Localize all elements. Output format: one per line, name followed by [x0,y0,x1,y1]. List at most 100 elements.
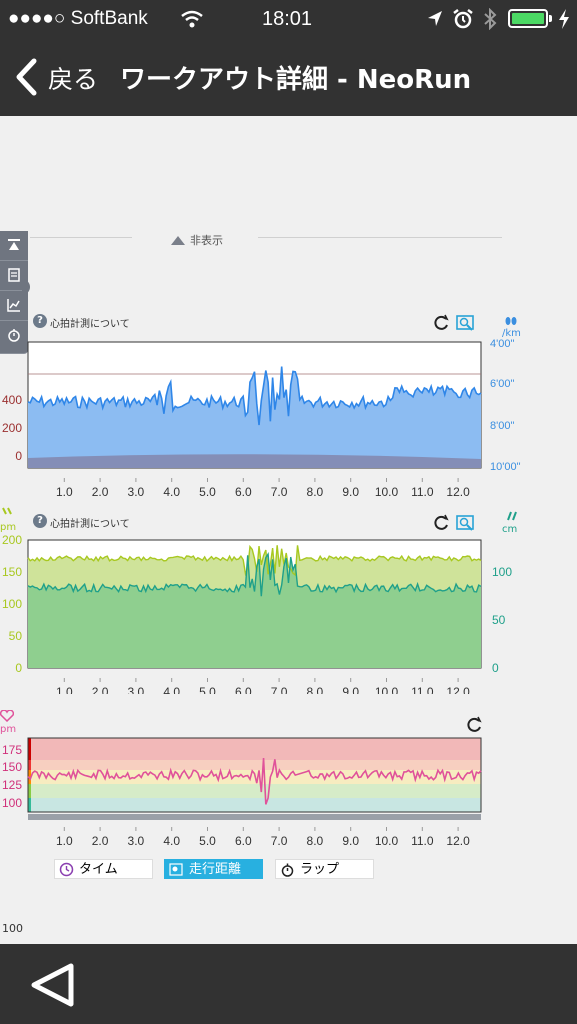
right-tick-label: 4'00" [490,338,514,350]
x-tick-label: 4.0 [163,685,180,694]
tab-lap-label: ラップ [300,862,340,877]
clock-icon [59,862,74,877]
workout-detail-content: 非表示 ? 心拍計測について /km 400 200 0 4'00" 6'00" 8'00… [0,116,577,944]
x-tick-label: 7.0 [271,834,288,846]
x-tick-label: 3.0 [128,685,145,694]
side-tab-graph[interactable] [0,291,28,321]
zoom-icon[interactable] [456,314,476,332]
tab-time[interactable]: タイム [54,859,153,879]
to-top-icon [8,239,20,250]
left-tick-label: 50 [9,629,23,643]
right-tick-label: 0 [492,661,499,675]
x-tick-label: 8.0 [307,685,324,694]
notes-icon [8,268,20,282]
left-tick-label: 100 [2,796,22,810]
heart-rate-chart[interactable]: 175 150 125 100 1.0 2.0 3.0 4.0 5.0 6.0 7.0 8.0 9.0 1… [0,736,577,846]
left-tick-label: 125 [2,778,22,792]
bluetooth-icon [484,8,497,30]
x-tick-label: 6.0 [235,834,252,846]
x-tick-label: 1.0 [56,834,73,846]
x-tick-label: 2.0 [92,685,109,694]
left-tick-label: 200 [2,421,22,435]
back-triangle-icon[interactable] [28,962,78,1008]
cadence-icon [2,507,12,515]
x-tick-label: 11.0 [411,485,434,496]
right-tick-label: 8'00" [490,420,514,432]
hr-zone-band [28,784,481,798]
left-tick-label: 400 [2,393,22,407]
x-tick-label: 10.0 [375,685,399,694]
reset-icon[interactable] [432,514,450,532]
hide-toggle[interactable]: 非表示 [190,232,223,248]
left-tick-label: 0 [15,449,22,463]
tab-distance-label: 走行距離 [189,862,242,877]
status-bar: ●●●●○ SoftBank 18:01 [0,0,577,38]
pace-chart[interactable]: 400 200 0 4'00" 6'00" 8'00" 10'00" 1.0 2.0 3.0 4.0… [0,336,577,496]
x-tick-label: 12.0 [446,834,470,846]
x-tick-label: 2.0 [92,485,109,496]
alarm-icon [453,9,473,29]
collapse-triangle-icon[interactable] [170,234,186,246]
map-pin-icon [169,863,183,876]
left-tick-label: 200 [2,534,22,547]
left-tick-label: 150 [2,565,22,579]
tab-lap[interactable]: ラップ [275,859,374,879]
back-button[interactable]: 戻る [48,60,98,96]
hr-zone-band [28,738,481,760]
bottom-toolbar [0,944,577,1024]
right-tick-label: 6'00" [490,378,514,390]
x-tick-label: 5.0 [199,485,216,496]
reset-icon[interactable] [465,716,483,734]
x-tick-label: 3.0 [128,834,145,846]
stopwatch-icon [281,863,294,877]
left-tick-label: 0 [15,661,22,675]
x-tick-label: 7.0 [271,685,288,694]
graph-icon [7,299,20,312]
x-tick-label: 8.0 [307,834,324,846]
x-tick-label: 10.0 [375,834,399,846]
chevron-left-icon[interactable] [14,58,38,96]
x-tick-label: 11.0 [411,834,434,846]
left-tick-label: 100 [2,597,22,611]
heart-icon [0,710,14,722]
cadence-stride-chart[interactable]: 200 150 100 50 0 100 50 0 1.0 2.0 3.0 4.0 5.0 6.0 7.0 8… [0,534,577,694]
x-tick-label: 7.0 [271,485,288,496]
reset-icon[interactable] [432,314,450,332]
right-tick-label: 50 [492,613,506,627]
x-tick-label: 9.0 [342,685,359,694]
left-tick-label: 150 [2,760,22,774]
stride-icon [507,511,517,521]
location-arrow-icon [428,11,442,26]
hr-zone-band [28,760,481,770]
hr-unit-label: pm [0,724,17,735]
x-tick-label: 9.0 [342,834,359,846]
charging-bolt-icon [559,9,569,29]
tab-distance[interactable]: 走行距離 [164,859,263,879]
hr-info-link[interactable]: 心拍計測について [50,315,130,330]
zoom-icon[interactable] [456,514,476,532]
clock-time: 18:01 [262,8,313,30]
x-tick-label: 1.0 [56,685,73,694]
help-icon[interactable]: ? [33,514,47,528]
cadence-unit-label: pm [0,522,17,533]
x-tick-label: 4.0 [163,834,180,846]
hr-zone-band [28,798,481,812]
wifi-icon [181,10,203,28]
x-tick-label: 10.0 [375,485,399,496]
help-icon[interactable]: ? [33,314,47,328]
x-tick-label: 5.0 [199,834,216,846]
hr-info-link[interactable]: 心拍計測について [50,515,130,530]
page-title: ワークアウト詳細 - NeoRun [120,65,472,95]
tab-time-label: タイム [79,862,118,877]
x-tick-label: 2.0 [92,834,109,846]
left-tick-label: 175 [2,743,22,757]
range-scrollbar [28,814,481,820]
x-tick-label: 11.0 [411,685,434,694]
x-tick-label: 1.0 [56,485,73,496]
right-tick-label: 100 [492,565,512,579]
x-tick-label: 4.0 [163,485,180,496]
x-tick-label: 3.0 [128,485,145,496]
carrier-label: ●●●●○ SoftBank [8,8,148,29]
side-tab-top[interactable] [0,231,28,261]
x-tick-label: 5.0 [199,685,216,694]
